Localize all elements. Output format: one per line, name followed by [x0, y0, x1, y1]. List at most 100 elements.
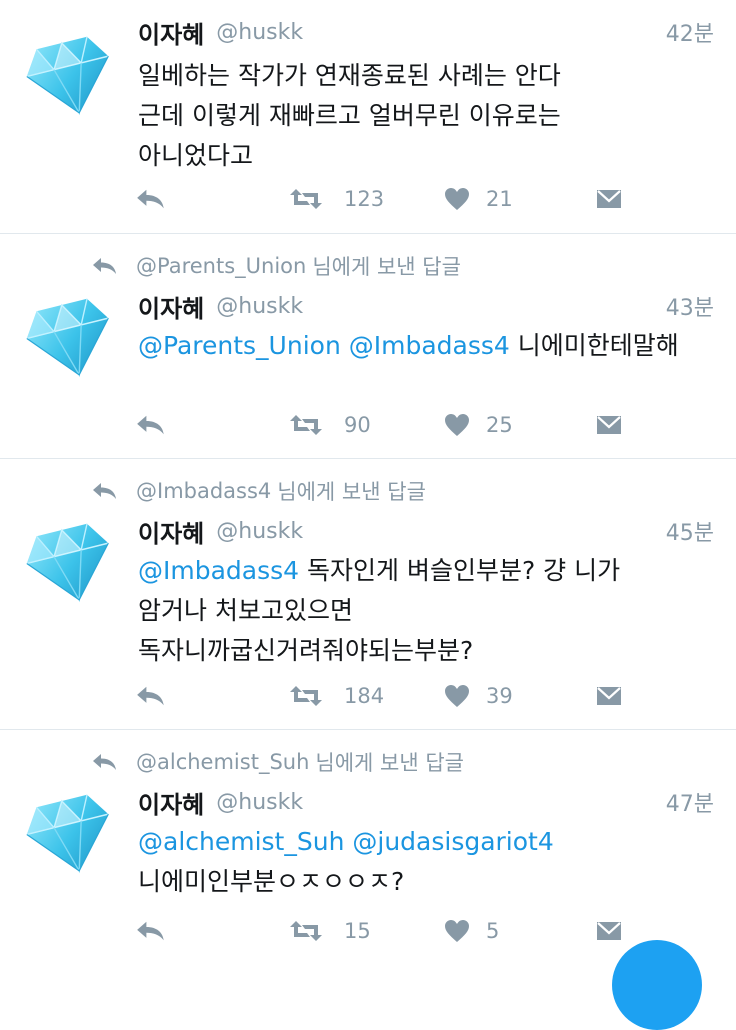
tweet-text: @alchemist_Suh @judasisgariot4 니에미인부분ㅇㅈㅇㅇ…: [138, 822, 714, 902]
reply-to-handle[interactable]: @Parents_Union: [136, 254, 306, 278]
retweet-icon: [290, 189, 322, 209]
reply-arrow-icon: [137, 921, 164, 941]
direct-message-button[interactable]: [596, 679, 622, 713]
tweet-header: 이자혜 @huskk 47분: [138, 785, 714, 820]
compose-button[interactable]: [612, 940, 702, 1030]
text-segment: 니에미인부분ㅇㅈㅇㅇㅈ?: [138, 867, 405, 896]
like-button[interactable]: 25: [444, 408, 513, 442]
diamond-gem-icon: [26, 36, 109, 116]
display-name[interactable]: 이자혜: [138, 289, 204, 324]
like-button[interactable]: 5: [444, 914, 499, 948]
reply-to-handle[interactable]: @alchemist_Suh: [136, 750, 309, 774]
text-segment: 근데 이렇게 재빠르고 얼버무린 이유로는: [138, 101, 561, 130]
direct-message-button[interactable]: [596, 408, 622, 442]
tweet-text-line: 암거나 처보고있으면: [138, 591, 714, 631]
reply-to-suffix: 님에게 보낸 답글: [312, 255, 461, 279]
envelope-icon: [597, 922, 621, 940]
avatar[interactable]: [22, 28, 118, 124]
reply-arrow-icon: [93, 258, 116, 274]
reply-arrow-icon: [137, 189, 164, 209]
envelope-icon: [597, 687, 621, 705]
retweet-button[interactable]: 184: [288, 679, 384, 713]
display-name[interactable]: 이자혜: [138, 514, 204, 549]
retweet-button[interactable]: 90: [288, 408, 371, 442]
tweet-text-line: @Imbadass4 독자인게 벼슬인부분? 걍 니가: [138, 551, 714, 591]
retweet-button[interactable]: 123: [288, 182, 384, 216]
mention-link[interactable]: @Imbadass4: [138, 556, 299, 585]
timestamp[interactable]: 43분: [666, 290, 714, 322]
screen-name[interactable]: @huskk: [216, 20, 303, 45]
reply-arrow-icon: [137, 686, 164, 706]
heart-icon: [445, 414, 469, 436]
tweet[interactable]: 이자혜 @huskk 42분 일베하는 작가가 연재종료된 사례는 안다근데 이…: [0, 0, 736, 234]
retweet-icon: [290, 921, 322, 941]
avatar[interactable]: [22, 515, 118, 611]
like-count: 25: [486, 413, 513, 437]
timestamp[interactable]: 42분: [666, 16, 714, 48]
display-name[interactable]: 이자혜: [138, 785, 204, 820]
diamond-gem-icon: [26, 794, 109, 874]
envelope-icon: [597, 416, 621, 434]
reply-context: @Parents_Union 님에게 보낸 답글: [92, 252, 461, 280]
like-count: 5: [486, 919, 500, 943]
retweet-count: 90: [344, 413, 371, 437]
tweet-text-line: @alchemist_Suh @judasisgariot4: [138, 822, 714, 862]
tweet-actions: 90 25: [136, 408, 636, 442]
reply-button[interactable]: [136, 408, 166, 442]
timestamp[interactable]: 45분: [666, 515, 714, 547]
avatar[interactable]: [22, 290, 118, 386]
mention-link[interactable]: @Parents_Union @Imbadass4: [138, 331, 510, 360]
reply-arrow-icon: [93, 483, 116, 499]
like-button[interactable]: 39: [444, 679, 513, 713]
tweet[interactable]: @alchemist_Suh 님에게 보낸 답글 이자혜 @huskk 47분 @…: [0, 730, 736, 970]
reply-to-suffix: 님에게 보낸 답글: [277, 480, 426, 504]
tweet-header: 이자혜 @huskk 45분: [138, 514, 714, 549]
reply-arrow-icon: [93, 754, 116, 770]
tweet-text-line: 일베하는 작가가 연재종료된 사례는 안다: [138, 56, 714, 96]
text-segment: 일베하는 작가가 연재종료된 사례는 안다: [138, 61, 561, 90]
screen-name[interactable]: @huskk: [216, 519, 303, 544]
heart-icon: [445, 920, 469, 942]
screen-name[interactable]: @huskk: [216, 294, 303, 319]
display-name[interactable]: 이자혜: [138, 15, 204, 50]
reply-button[interactable]: [136, 679, 166, 713]
reply-to-suffix: 님에게 보낸 답글: [315, 751, 464, 775]
reply-button[interactable]: [136, 182, 166, 216]
mention-link[interactable]: @alchemist_Suh @judasisgariot4: [138, 827, 554, 856]
tweet-header: 이자혜 @huskk 43분: [138, 289, 714, 324]
heart-icon: [445, 685, 469, 707]
text-segment: 독자인게 벼슬인부분? 걍 니가: [299, 556, 621, 585]
retweet-count: 184: [344, 684, 385, 708]
screen-name[interactable]: @huskk: [216, 790, 303, 815]
tweet-actions: 15 5: [136, 914, 636, 948]
tweet-text-line: 니에미인부분ㅇㅈㅇㅇㅈ?: [138, 862, 714, 902]
envelope-icon: [597, 190, 621, 208]
tweet-text: @Imbadass4 독자인게 벼슬인부분? 걍 니가 암거나 처보고있으면 독자니…: [138, 551, 714, 671]
tweet[interactable]: @Imbadass4 님에게 보낸 답글 이자혜 @huskk 45분 @Imba…: [0, 459, 736, 730]
diamond-gem-icon: [26, 298, 109, 378]
like-button[interactable]: 21: [444, 182, 513, 216]
tweet-text-line: 독자니까굽신거려줘야되는부분?: [138, 631, 714, 671]
retweet-count: 15: [344, 919, 371, 943]
retweet-icon: [290, 686, 322, 706]
like-count: 21: [486, 187, 513, 211]
tweet[interactable]: @Parents_Union 님에게 보낸 답글 이자혜 @huskk 43분 @…: [0, 234, 736, 459]
timestamp[interactable]: 47분: [666, 786, 714, 818]
text-segment: 니에미한테말해: [509, 331, 679, 360]
reply-button[interactable]: [136, 914, 166, 948]
tweet-text-line: @Parents_Union @Imbadass4 니에미한테말해: [138, 326, 714, 366]
tweet-header: 이자혜 @huskk 42분: [138, 15, 714, 50]
reply-context: @alchemist_Suh 님에게 보낸 답글: [92, 748, 464, 776]
text-segment: 독자니까굽신거려줘야되는부분?: [138, 636, 474, 665]
retweet-button[interactable]: 15: [288, 914, 371, 948]
direct-message-button[interactable]: [596, 182, 622, 216]
like-count: 39: [486, 684, 513, 708]
reply-context: @Imbadass4 님에게 보낸 답글: [92, 477, 426, 505]
direct-message-button[interactable]: [596, 914, 622, 948]
tweet-text-line: 근데 이렇게 재빠르고 얼버무린 이유로는: [138, 96, 714, 136]
retweet-count: 123: [344, 187, 385, 211]
reply-to-handle[interactable]: @Imbadass4: [136, 479, 271, 503]
avatar[interactable]: [22, 786, 118, 882]
tweet-text: @Parents_Union @Imbadass4 니에미한테말해: [138, 326, 714, 366]
tweet-text: 일베하는 작가가 연재종료된 사례는 안다근데 이렇게 재빠르고 얼버무린 이유…: [138, 56, 714, 176]
